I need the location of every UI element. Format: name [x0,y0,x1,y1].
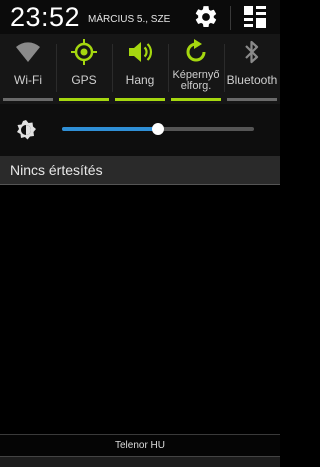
slider-fill [62,127,158,131]
grid-icon[interactable] [244,6,266,28]
slider-thumb[interactable] [152,123,164,135]
toggle-indicator [115,98,165,101]
status-header: 23:52 MÁRCIUS 5., SZE [0,0,280,34]
clock: 23:52 [10,2,81,32]
toggle-label: GPS [71,73,97,87]
toggle-indicator [3,98,53,101]
toggle-sound[interactable]: Hang [112,34,168,104]
drag-handle[interactable] [0,456,280,467]
header-divider [230,6,231,30]
brightness-auto-icon[interactable] [14,118,38,142]
gps-icon [71,39,97,65]
toggle-wifi[interactable]: Wi-Fi [0,34,56,104]
toggle-indicator [227,98,277,101]
rotate-icon [186,39,206,62]
toggle-label: Wi-Fi [14,73,42,87]
sound-icon [129,42,152,62]
gear-icon[interactable] [193,4,219,30]
toggle-bluetooth[interactable]: Bluetooth [224,34,280,104]
toggle-indicator [171,98,221,101]
toggle-label: Képernyő elforg. [168,70,224,92]
toggle-indicator [59,98,109,101]
toggle-label: Bluetooth [226,73,278,87]
bluetooth-icon [245,40,259,64]
brightness-slider[interactable] [62,123,254,135]
toggle-label-line2: elforg. [180,80,212,92]
notifications-divider [0,184,280,185]
no-notifications-label: Nincs értesítés [10,162,103,178]
quick-settings: Wi-Fi GPS Hang Képernyő elforg. Bluetoot… [0,34,280,104]
toggle-rotation[interactable]: Képernyő elforg. [168,34,224,104]
carrier-label: Telenor HU [114,440,166,451]
toggle-label: Hang [125,73,155,87]
notifications-header: Nincs értesítés [0,156,280,184]
toggle-gps[interactable]: GPS [56,34,112,104]
wifi-icon [16,42,40,62]
carrier-bar: Telenor HU [0,434,280,456]
date: MÁRCIUS 5., SZE [88,14,171,25]
